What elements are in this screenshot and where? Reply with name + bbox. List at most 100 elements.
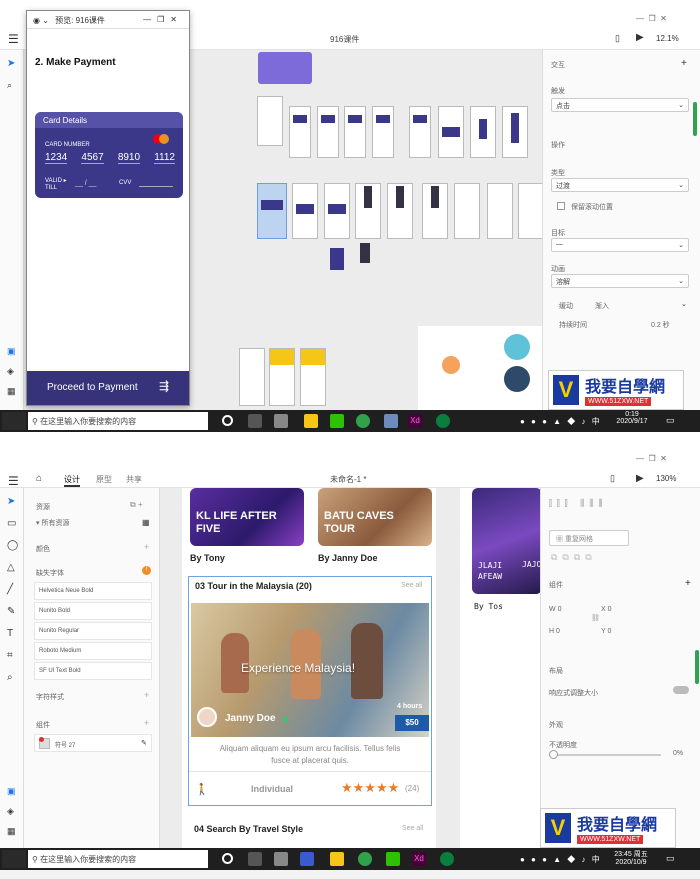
y-field[interactable]: Y 0 — [601, 628, 611, 635]
easing-dropdown[interactable]: 渐入 — [595, 301, 609, 311]
windows-start-icon[interactable] — [2, 850, 26, 868]
card-number-group[interactable]: 4567 — [81, 152, 104, 164]
polygon-tool-icon[interactable]: △ — [7, 562, 15, 573]
artboard-thumb[interactable] — [239, 348, 265, 406]
wechat-icon[interactable] — [330, 414, 344, 428]
boolean-tools[interactable]: ⧉⧉⧉⧉ — [551, 552, 597, 563]
tab-prototype[interactable]: 原型 — [96, 474, 112, 485]
artboard-thumb-large[interactable] — [418, 326, 542, 410]
app-icon[interactable] — [436, 414, 450, 428]
app-icon[interactable] — [274, 852, 288, 866]
hamburger-icon[interactable]: ☰ — [8, 32, 19, 46]
zoom-level[interactable]: 130% — [656, 474, 676, 483]
opacity-value[interactable]: 0% — [673, 750, 683, 757]
zoom-level[interactable]: 12.1% — [656, 34, 679, 43]
file-explorer-icon[interactable] — [330, 852, 344, 866]
artboard-thumb-selected[interactable] — [257, 183, 287, 239]
card-number-fields[interactable]: 1234 4567 8910 1112 — [45, 152, 175, 164]
canvas[interactable]: KL LIFE AFTER FIVE By Tony BATU CAVES TOUR… — [160, 488, 542, 858]
card-details[interactable]: Card Details CARD NUMBER 1234 4567 8910 … — [35, 112, 183, 198]
plugins-icon[interactable]: ▦ — [7, 826, 16, 837]
assets-filter[interactable]: ▾ 所有资源 — [36, 518, 69, 528]
scrollbar[interactable] — [695, 650, 699, 684]
zoom-tool-icon[interactable]: ⌕ — [7, 80, 12, 91]
add-component-icon[interactable]: + — [685, 578, 691, 589]
height-field[interactable]: H 0 — [549, 628, 560, 635]
system-tray-icons[interactable]: ● ● ● ▲ ◆ ♪ 中 — [520, 416, 602, 427]
artboard-thumb[interactable] — [300, 348, 326, 406]
task-view-icon[interactable] — [248, 852, 262, 866]
taskbar-search[interactable]: ⚲ 在这里输入你要搜索的内容 — [28, 850, 208, 868]
artboard-thumb[interactable] — [317, 106, 339, 158]
play-icon[interactable]: ▶ — [636, 32, 644, 43]
opacity-slider[interactable] — [551, 754, 661, 756]
notification-icon[interactable]: ▭ — [666, 853, 675, 864]
taskbar-search[interactable]: ⚲ 在这里输入你要搜索的内容 — [28, 412, 208, 430]
align-tools[interactable]: ⫿⫿⫿ ⫼⫼⫼ — [549, 498, 608, 509]
home-icon[interactable]: ⌂ — [36, 473, 42, 484]
add-color-icon[interactable]: + — [144, 542, 149, 552]
artboard-thumb[interactable] — [409, 106, 431, 158]
slider-handle[interactable] — [549, 750, 558, 759]
artboard-thumb-small[interactable] — [330, 248, 344, 270]
font-item[interactable]: SF UI Text Bold — [34, 662, 152, 680]
add-interaction-icon[interactable]: + — [681, 58, 687, 69]
pen-tool-icon[interactable]: ✎ — [7, 606, 15, 617]
width-field[interactable]: W 0 — [549, 606, 561, 613]
wechat-icon[interactable] — [386, 852, 400, 866]
select-tool-icon[interactable]: ➤ — [7, 496, 15, 507]
app-icon[interactable] — [440, 852, 454, 866]
device-preview-icon[interactable]: ▯ — [615, 33, 620, 44]
system-tray-icons[interactable]: ● ● ● ▲ ◆ ♪ 中 — [520, 854, 602, 865]
notification-icon[interactable]: ▭ — [666, 415, 675, 426]
assets-actions[interactable]: ⧉ + — [130, 500, 143, 510]
tour-card[interactable]: KL LIFE AFTER FIVE — [190, 488, 304, 546]
edit-icon[interactable]: ✎ — [141, 739, 147, 747]
app-icon[interactable] — [356, 414, 370, 428]
document-title[interactable]: 916课件 — [330, 34, 359, 45]
file-explorer-icon[interactable] — [304, 414, 318, 428]
artboard-thumb[interactable] — [355, 183, 381, 239]
artboard-tool-icon[interactable]: ⌗ — [7, 650, 13, 661]
clock[interactable]: 23:45 周五 2020/10/9 — [606, 849, 656, 866]
adobe-xd-icon[interactable]: Xd — [412, 852, 426, 866]
x-field[interactable]: X 0 — [601, 606, 612, 613]
tab-design[interactable]: 设计 — [64, 474, 80, 487]
artboard-thumb[interactable] — [372, 106, 394, 158]
hamburger-icon[interactable]: ☰ — [8, 474, 19, 488]
font-item[interactable]: Nunito Bold — [34, 602, 152, 620]
font-item[interactable]: Roboto Medium — [34, 642, 152, 660]
responsive-toggle[interactable] — [673, 686, 689, 694]
artboard-thumb[interactable] — [422, 183, 448, 239]
app-icon[interactable] — [300, 852, 314, 866]
artboard-thumb-small[interactable] — [360, 243, 370, 263]
play-icon[interactable]: ▶ — [636, 473, 644, 484]
tour-card[interactable]: BATU CAVES TOUR — [318, 488, 432, 546]
window-controls[interactable]: — ❐ ✕ — [636, 14, 667, 23]
line-tool-icon[interactable]: ╱ — [7, 584, 13, 595]
target-dropdown[interactable]: — ⌄ — [551, 238, 689, 252]
task-view-icon[interactable] — [248, 414, 262, 428]
section-tour-malaysia[interactable]: 03 Tour in the Malaysia (20) See all Exp… — [188, 576, 432, 806]
card-number-group[interactable]: 1112 — [154, 152, 175, 164]
see-all-link[interactable]: See all — [402, 825, 423, 832]
artboard-thumb[interactable] — [502, 106, 528, 158]
card-number-group[interactable]: 8910 — [117, 152, 141, 164]
zoom-tool-icon[interactable]: ⌕ — [7, 672, 13, 683]
app-icon[interactable] — [384, 414, 398, 428]
artboard-thumb[interactable] — [292, 183, 318, 239]
artboard-thumb[interactable] — [454, 183, 480, 239]
select-tool-icon[interactable]: ➤ — [7, 58, 15, 69]
grid-view-icon[interactable]: ▦ — [142, 518, 150, 527]
see-all-link[interactable]: See all — [401, 582, 422, 589]
valid-till-field[interactable]: __ / __ — [75, 180, 96, 187]
plugins-icon[interactable]: ▦ — [7, 386, 16, 397]
windows-start-icon[interactable] — [2, 412, 26, 430]
hero-image[interactable]: Experience Malaysia! Janny Doe 4 hours $… — [191, 603, 429, 737]
artboard-thumb[interactable] — [344, 106, 366, 158]
layers-icon[interactable]: ◈ — [7, 366, 14, 377]
record-icon[interactable]: ◉ ⌄ — [33, 16, 49, 25]
animation-dropdown[interactable]: 溶解 ⌄ — [551, 274, 689, 288]
window-controls[interactable]: —❐✕ — [143, 15, 183, 24]
ellipse-tool-icon[interactable]: ◯ — [7, 540, 18, 551]
